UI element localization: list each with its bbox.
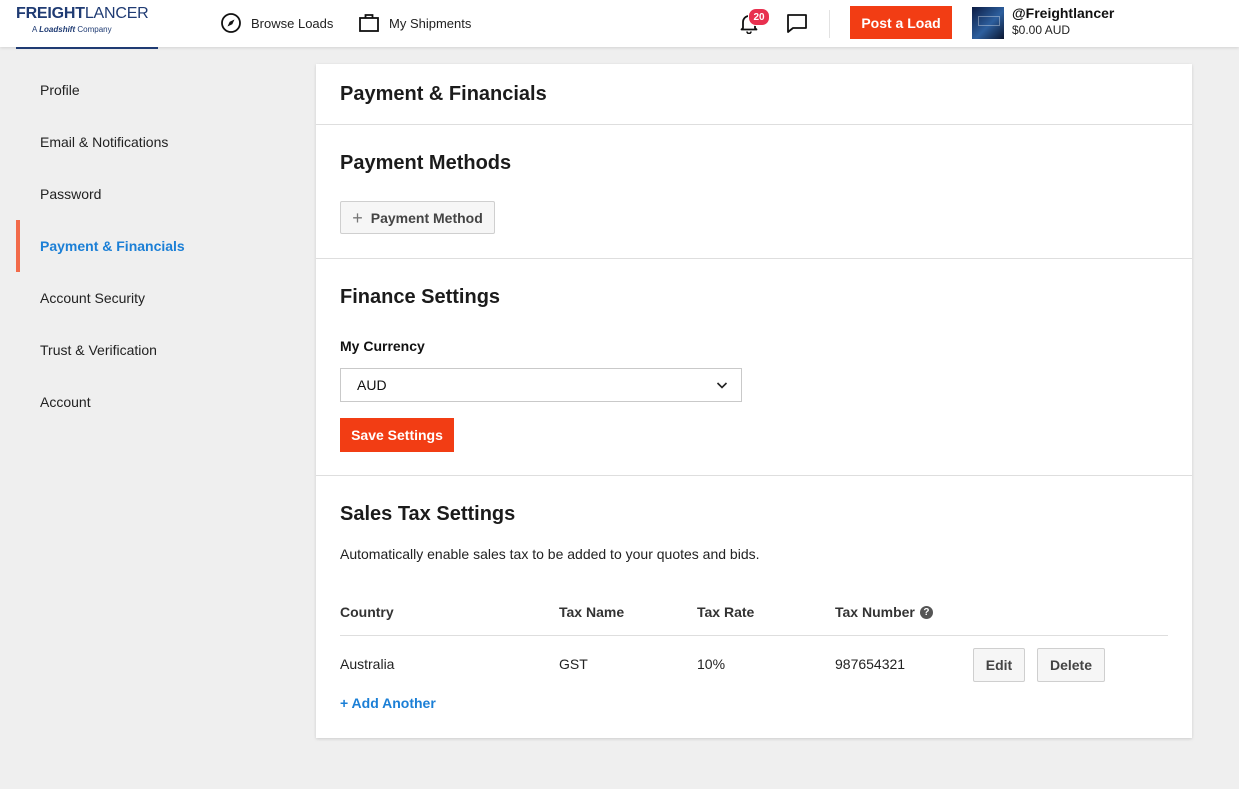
chevron-down-icon xyxy=(716,382,728,389)
messages-button[interactable] xyxy=(786,12,808,39)
logo-text-freight: FREIGHT xyxy=(16,5,85,22)
payment-methods-section: Payment Methods xyxy=(316,125,1192,259)
finance-settings-title: Finance Settings xyxy=(340,286,501,308)
cell-country: Australia xyxy=(340,656,395,672)
payment-financials-card: Payment & Financials Payment Methods + P… xyxy=(316,64,1192,738)
cell-tax-number: 987654321 xyxy=(835,656,906,672)
sidebar-item-payment-financials[interactable]: Payment & Financials xyxy=(16,220,266,272)
nav-my-shipments[interactable]: My Shipments xyxy=(358,10,471,36)
sidebar-item-label: Profile xyxy=(40,82,80,98)
sidebar-item-label: Account Security xyxy=(40,290,146,306)
column-header-tax-rate: Tax Rate xyxy=(697,604,754,620)
sales-tax-description: Automatically enable sales tax to be add… xyxy=(340,546,760,562)
save-settings-button[interactable]: Save Settings xyxy=(340,418,454,452)
account-balance: $0.00 AUD xyxy=(1012,23,1071,37)
nav-my-shipments-label: My Shipments xyxy=(389,15,472,31)
top-bar: FREIGHTLANCER A Loadshift Company Browse… xyxy=(0,0,1239,49)
add-payment-method-label: Payment Method xyxy=(370,209,483,226)
logo-text-lancer: LANCER xyxy=(84,5,149,22)
logo-sub-company: Company xyxy=(77,25,112,34)
settings-sidebar: Profile Email & Notifications Password P… xyxy=(16,64,266,428)
add-payment-method-button[interactable]: + Payment Method xyxy=(340,201,495,234)
sidebar-item-label: Password xyxy=(40,186,102,202)
column-header-label: Country xyxy=(340,604,394,620)
column-header-tax-number: Tax Number ? xyxy=(835,604,933,620)
column-header-label: Tax Name xyxy=(559,604,625,620)
nav-browse-loads[interactable]: Browse Loads xyxy=(220,10,333,36)
cell-tax-name: GST xyxy=(559,656,588,672)
sales-tax-title: Sales Tax Settings xyxy=(340,503,516,525)
logo-underline xyxy=(16,47,158,49)
sidebar-item-account[interactable]: Account xyxy=(16,376,266,428)
column-header-tax-name: Tax Name xyxy=(559,604,624,620)
plus-icon: + xyxy=(352,207,363,228)
chat-bubble-icon xyxy=(787,14,807,33)
sidebar-item-profile[interactable]: Profile xyxy=(16,64,266,116)
briefcase-icon xyxy=(359,14,379,32)
avatar[interactable] xyxy=(972,7,1004,39)
currency-label: My Currency xyxy=(340,338,425,354)
sidebar-item-trust-verification[interactable]: Trust & Verification xyxy=(16,324,266,376)
delete-button[interactable]: Delete xyxy=(1037,648,1105,682)
sidebar-item-label: Account xyxy=(40,394,91,410)
sidebar-item-label: Payment & Financials xyxy=(40,238,185,254)
compass-icon xyxy=(221,13,241,33)
column-header-country: Country xyxy=(340,604,394,620)
table-divider xyxy=(340,635,1168,636)
header-divider xyxy=(829,10,830,38)
page-title: Payment & Financials xyxy=(340,83,547,105)
post-a-load-button[interactable]: Post a Load xyxy=(850,6,952,39)
username[interactable]: @Freightlancer xyxy=(1012,5,1114,21)
sidebar-item-password[interactable]: Password xyxy=(16,168,266,220)
cell-tax-rate: 10% xyxy=(697,656,726,672)
freightlancer-logo[interactable]: FREIGHTLANCER A Loadshift Company xyxy=(16,5,158,49)
page-title-section: Payment & Financials xyxy=(316,64,1192,125)
logo-sub-a: A xyxy=(32,25,37,34)
add-another-link[interactable]: + Add Another xyxy=(340,695,436,711)
payment-methods-title: Payment Methods xyxy=(340,152,512,174)
currency-select[interactable]: AUD xyxy=(340,368,742,402)
sidebar-item-label: Trust & Verification xyxy=(40,342,157,358)
column-header-label: Tax Number xyxy=(835,604,915,620)
sidebar-item-account-security[interactable]: Account Security xyxy=(16,272,266,324)
sidebar-item-label: Email & Notifications xyxy=(40,134,169,150)
sidebar-item-email-notifications[interactable]: Email & Notifications xyxy=(16,116,266,168)
currency-selected-value: AUD xyxy=(357,377,387,393)
help-icon[interactable]: ? xyxy=(919,605,933,619)
notification-count-badge: 20 xyxy=(748,8,770,26)
edit-button[interactable]: Edit xyxy=(973,648,1025,682)
column-header-label: Tax Rate xyxy=(697,604,755,620)
nav-browse-loads-label: Browse Loads xyxy=(251,15,334,31)
logo-sub-brand: Loadshift xyxy=(39,25,76,34)
